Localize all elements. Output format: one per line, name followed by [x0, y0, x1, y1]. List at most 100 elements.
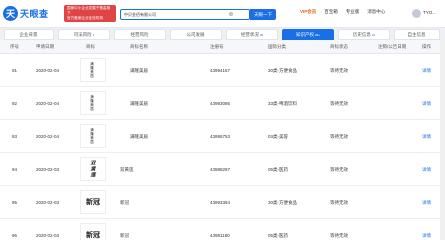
- nav-messages[interactable]: 消息中心: [367, 9, 385, 15]
- tab-label: 经营风险: [130, 31, 149, 37]
- tab-label: 自主信息: [407, 31, 426, 37]
- row-intl-class: 30类-方便食品: [268, 68, 298, 73]
- row-status: 等待无效: [330, 233, 348, 238]
- trademark-table: 序号 申请日期 商标 商标名称 注册号 国际分类 商标状态 注销/公告日期 操作…: [0, 40, 445, 240]
- row-index: 93: [12, 134, 18, 139]
- trademark-image-text: 满隆美居: [90, 62, 95, 78]
- tab-label: 公司发展: [186, 31, 205, 37]
- table-row: 96 2020-02-03 新冠 新冠 43981180 05类-医药 等待无效…: [0, 219, 445, 240]
- col-apply-date: 申请日期: [36, 44, 54, 49]
- row-index: 91: [12, 68, 18, 73]
- table-header: 序号 申请日期 商标 商标名称 注册号 国际分类 商标状态 注销/公告日期 操作: [0, 40, 445, 54]
- detail-link[interactable]: 详情: [422, 233, 431, 239]
- row-apply-date: 2020-02-04: [36, 68, 60, 73]
- tab-badge: 10: [371, 32, 376, 37]
- tab-label: 司法风险: [73, 31, 92, 37]
- trademark-image[interactable]: 新冠: [80, 223, 106, 240]
- tab-intellectual-property[interactable]: 知识产权 99+: [282, 29, 334, 40]
- row-reg-number: 43994167: [210, 68, 231, 73]
- trademark-image[interactable]: 满隆美居: [80, 91, 106, 115]
- nav-toolbox[interactable]: 百宝箱: [324, 9, 338, 15]
- col-trademark: 商标: [86, 44, 95, 49]
- table-row: 95 2020-02-03 新冠 新冠 43993364 30类-方便食品 等待…: [0, 186, 445, 219]
- avatar[interactable]: [412, 9, 421, 18]
- trademark-image-text: 满隆美居: [90, 95, 95, 111]
- col-cancel-date: 注销/公告日期: [378, 44, 407, 49]
- nav-pro[interactable]: 专业版: [346, 9, 360, 15]
- scrollbar[interactable]: [440, 40, 445, 240]
- tab-label: 企业背景: [19, 31, 38, 37]
- row-index: 95: [12, 200, 18, 205]
- row-status: 等待无效: [330, 101, 348, 106]
- detail-link[interactable]: 详情: [422, 167, 431, 173]
- tab-operation-status[interactable]: 经营状况 20: [226, 29, 278, 40]
- tab-legal-risk[interactable]: 司法风险 1: [58, 29, 110, 40]
- banner-line-2: 官方备案企业征信机构: [67, 16, 103, 20]
- row-intl-class: 33类-啤酒饮料: [268, 101, 298, 106]
- row-trademark-name: 满隆美居: [130, 101, 148, 106]
- detail-link[interactable]: 详情: [422, 134, 431, 140]
- top-nav: VIP会员 百宝箱 专业版 消息中心: [300, 9, 393, 15]
- trademark-image-text: 双黄莲: [89, 160, 96, 178]
- row-apply-date: 2020-02-04: [36, 134, 60, 139]
- trademark-image-text: 新冠: [86, 197, 100, 206]
- row-apply-date: 2020-02-04: [36, 101, 60, 106]
- detail-link[interactable]: 详情: [422, 68, 431, 74]
- logo-mark: 天: [3, 6, 18, 21]
- row-reg-number: 43993086: [210, 101, 231, 106]
- nav-vip[interactable]: VIP会员: [300, 9, 316, 15]
- trademark-image-text: 新冠: [86, 230, 100, 239]
- tab-badge: 20: [259, 32, 264, 37]
- tab-label: 知识产权: [295, 31, 314, 37]
- tab-history[interactable]: 历史信息 10: [338, 29, 390, 40]
- col-intl-class: 国际分类: [268, 44, 286, 49]
- row-trademark-name: 满隆美居: [130, 68, 148, 73]
- row-intl-class: 05类-医药: [268, 167, 289, 172]
- table-row: 91 2020-02-04 满隆美居 满隆美居 43994167 30类-方便食…: [0, 54, 445, 87]
- row-index: 92: [12, 101, 18, 106]
- row-intl-class: 03类-美容: [268, 134, 289, 139]
- col-trademark-name: 商标名称: [130, 44, 148, 49]
- tab-company-development[interactable]: 公司发展: [170, 29, 222, 40]
- col-action: 操作: [422, 44, 431, 49]
- trademark-image[interactable]: 满隆美居: [80, 124, 106, 148]
- row-trademark-name: 满隆美居: [130, 134, 148, 139]
- row-intl-class: 05类-医药: [268, 233, 289, 238]
- tab-operation-risk[interactable]: 经营风险: [114, 29, 166, 40]
- clear-icon[interactable]: ×: [229, 12, 233, 16]
- tab-company-background[interactable]: 企业背景: [4, 29, 54, 40]
- row-reg-number: 43988287: [210, 167, 231, 172]
- row-trademark-name: 新冠: [120, 200, 129, 205]
- col-status: 商标状态: [330, 44, 348, 49]
- row-apply-date: 2020-02-03: [36, 167, 60, 172]
- tab-self-info[interactable]: 自主信息: [394, 29, 440, 40]
- row-reg-number: 43993364: [210, 200, 231, 205]
- promo-banner[interactable]: 国家中小企业发展子基金旗下 官方备案企业征信机构: [64, 5, 116, 22]
- col-index: 序号: [10, 44, 19, 49]
- row-index: 94: [12, 167, 18, 172]
- table-row: 92 2020-02-04 满隆美居 满隆美居 43993086 33类-啤酒饮…: [0, 87, 445, 120]
- trademark-image[interactable]: 新冠: [80, 190, 106, 214]
- detail-link[interactable]: 详情: [422, 101, 431, 107]
- user-name[interactable]: TYO...: [423, 10, 436, 15]
- row-reg-number: 43981180: [210, 233, 230, 238]
- table-row: 93 2020-02-04 满隆美居 满隆美居 43995753 03类-美容 …: [0, 120, 445, 153]
- tab-label: 经营状况: [240, 31, 259, 37]
- tab-badge: 1: [92, 32, 95, 37]
- search-button[interactable]: 天眼一下: [250, 9, 276, 20]
- brand-logo[interactable]: 天 天眼查: [3, 6, 49, 21]
- row-status: 等待无效: [330, 134, 348, 139]
- row-intl-class: 30类-方便食品: [268, 200, 298, 205]
- trademark-image[interactable]: 满隆美居: [80, 58, 106, 82]
- row-reg-number: 43995753: [210, 134, 231, 139]
- row-apply-date: 2020-02-03: [36, 200, 60, 205]
- row-status: 等待无效: [330, 167, 348, 172]
- trademark-image[interactable]: 双黄莲: [80, 157, 106, 181]
- row-apply-date: 2020-02-03: [36, 233, 60, 238]
- detail-link[interactable]: 详情: [422, 200, 431, 206]
- top-header: 天 天眼查 国家中小企业发展子基金旗下 官方备案企业征信机构 × 天眼一下 VI…: [0, 0, 445, 28]
- row-index: 96: [12, 233, 18, 238]
- col-reg-number: 注册号: [210, 44, 224, 49]
- banner-line-1: 国家中小企业发展子基金旗下: [67, 6, 111, 15]
- row-trademark-name: 新冠: [120, 233, 129, 238]
